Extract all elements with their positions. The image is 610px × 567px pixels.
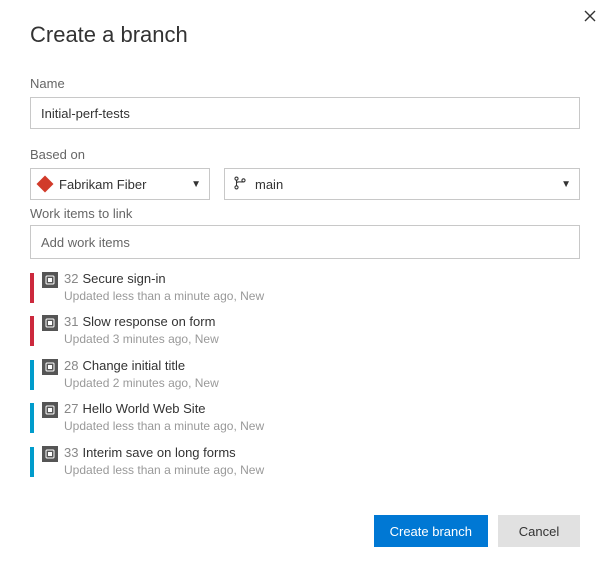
work-item[interactable]: 27 Hello World Web Site Updated less than … [30, 397, 580, 440]
work-item-type-icon [42, 315, 58, 331]
work-item-type-icon [42, 402, 58, 418]
work-item-subtitle: Updated 2 minutes ago, New [64, 376, 219, 392]
work-item-color-bar [30, 273, 34, 303]
work-item-id: 27 [64, 401, 78, 416]
work-item-color-bar [30, 316, 34, 346]
name-label: Name [30, 76, 580, 91]
work-item-title: 32 Secure sign-in [64, 271, 264, 288]
work-item-title-text: Change initial title [82, 358, 185, 373]
work-item-title: 31 Slow response on form [64, 314, 219, 331]
work-items-input[interactable]: Add work items [30, 225, 580, 259]
work-items-placeholder: Add work items [41, 235, 130, 250]
repo-dropdown[interactable]: Fabrikam Fiber ▼ [30, 168, 210, 200]
close-icon[interactable] [584, 10, 596, 26]
work-item-type-icon [42, 446, 58, 462]
work-item-id: 31 [64, 314, 78, 329]
work-item-id: 33 [64, 445, 78, 460]
work-item-subtitle: Updated less than a minute ago, New [64, 289, 264, 305]
work-item-subtitle: Updated 3 minutes ago, New [64, 332, 219, 348]
work-item-color-bar [30, 403, 34, 433]
work-item-color-bar [30, 360, 34, 390]
based-on-label: Based on [30, 147, 580, 162]
work-item-type-icon [42, 359, 58, 375]
work-item-subtitle: Updated less than a minute ago, New [64, 463, 264, 479]
work-item-color-bar [30, 447, 34, 477]
work-item[interactable]: 33 Interim save on long forms Updated less… [30, 441, 580, 484]
create-branch-button[interactable]: Create branch [374, 515, 488, 547]
work-item-title-text: Secure sign-in [82, 271, 165, 286]
repo-name: Fabrikam Fiber [59, 177, 146, 192]
repo-icon [37, 176, 54, 193]
work-item-title: 33 Interim save on long forms [64, 445, 264, 462]
work-item[interactable]: 28 Change initial title Updated 2 minutes … [30, 354, 580, 397]
work-item-type-icon [42, 272, 58, 288]
branch-icon [233, 176, 247, 193]
work-item-title: 27 Hello World Web Site [64, 401, 264, 418]
source-branch-name: main [255, 177, 283, 192]
work-items-label: Work items to link [30, 206, 580, 221]
work-item-id: 28 [64, 358, 78, 373]
work-item-title-text: Interim save on long forms [82, 445, 235, 460]
work-item-title-text: Slow response on form [82, 314, 215, 329]
dialog-title: Create a branch [30, 22, 580, 48]
work-item[interactable]: 31 Slow response on form Updated 3 minutes… [30, 310, 580, 353]
chevron-down-icon: ▼ [561, 179, 571, 190]
chevron-down-icon: ▼ [191, 179, 201, 190]
source-branch-dropdown[interactable]: main ▼ [224, 168, 580, 200]
work-item-title: 28 Change initial title [64, 358, 219, 375]
work-item[interactable]: 32 Secure sign-in Updated less than a minu… [30, 267, 580, 310]
work-item-id: 32 [64, 271, 78, 286]
work-item-list: 32 Secure sign-in Updated less than a minu… [30, 267, 580, 484]
cancel-button[interactable]: Cancel [498, 515, 580, 547]
work-item-subtitle: Updated less than a minute ago, New [64, 419, 264, 435]
work-item-title-text: Hello World Web Site [82, 401, 205, 416]
branch-name-input[interactable] [30, 97, 580, 129]
